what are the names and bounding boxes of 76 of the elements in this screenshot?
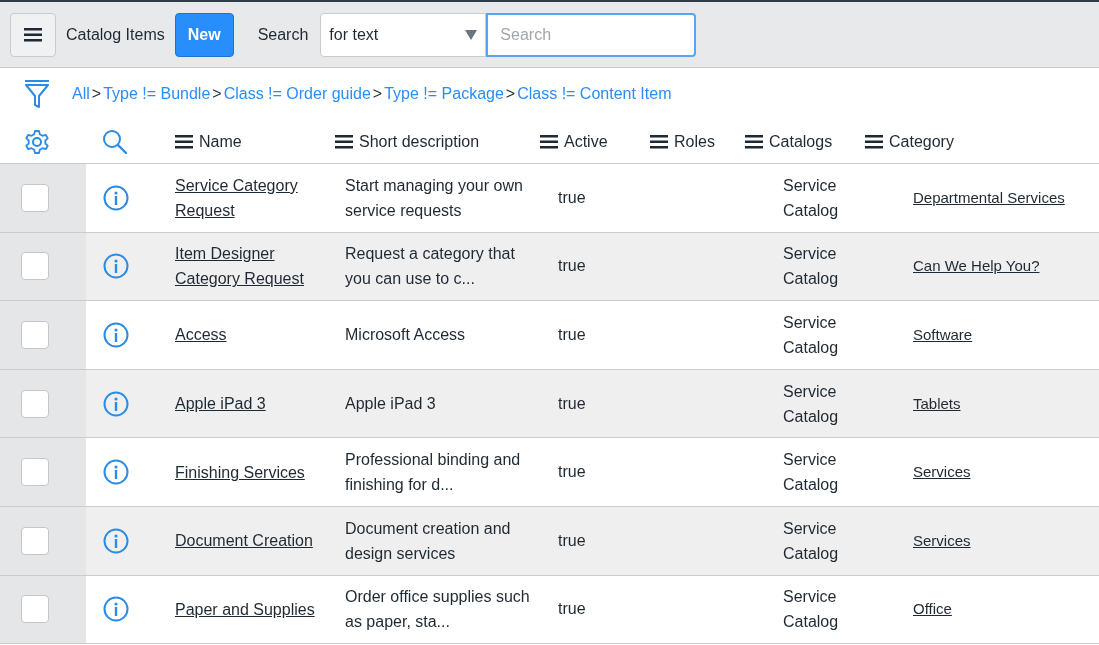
active-value: true	[558, 531, 586, 549]
search-field[interactable]: Search	[486, 12, 697, 57]
search-scope-dropdown[interactable]: for text	[320, 12, 487, 57]
info-icon[interactable]	[103, 184, 129, 211]
item-name-link[interactable]: Service Category Request	[175, 172, 335, 223]
description-text: Start managing your own service requests	[345, 176, 523, 219]
description-text: Microsoft Access	[345, 326, 466, 344]
row-checkbox[interactable]	[21, 389, 49, 418]
search-label: Search	[257, 24, 309, 45]
menu-icon	[24, 27, 42, 42]
list-menu-icon[interactable]	[540, 134, 558, 149]
column-header[interactable]: Catalogs	[769, 129, 833, 154]
search-icon[interactable]	[102, 128, 128, 155]
list-menu-icon[interactable]	[335, 134, 353, 149]
category-link[interactable]: Can We Help You?	[913, 257, 1040, 275]
description-text: Order office supplies such as paper, sta...	[345, 588, 530, 631]
description-text: Professional binding and finishing for d...	[345, 451, 521, 494]
info-icon[interactable]	[103, 253, 129, 280]
info-icon[interactable]	[103, 322, 129, 348]
catalog-value: Service Catalog	[783, 382, 839, 425]
catalog-value: Service Catalog	[783, 451, 839, 494]
item-name-link[interactable]: Access	[175, 322, 227, 348]
item-name-link[interactable]: Apple iPad 3	[175, 391, 266, 417]
item-name-link[interactable]: Paper and Supplies	[175, 596, 315, 622]
catalog-value: Service Catalog	[783, 176, 839, 219]
category-link[interactable]: Departmental Services	[913, 188, 1065, 206]
row-checkbox[interactable]	[21, 595, 49, 624]
category-link[interactable]: Tablets	[913, 394, 961, 412]
active-value: true	[558, 326, 586, 343]
filter-icon[interactable]	[24, 79, 50, 109]
breadcrumb-separator: >	[372, 84, 383, 104]
description-text: Document creation and design services	[345, 519, 511, 562]
description-text: Request a category that you can use to c...	[345, 245, 515, 288]
active-value: true	[558, 188, 586, 206]
category-link[interactable]: Office	[913, 600, 952, 618]
catalog-value: Service Catalog	[783, 245, 839, 288]
active-value: true	[558, 600, 586, 618]
menu-button[interactable]	[10, 12, 56, 57]
list-menu-icon[interactable]	[745, 134, 763, 149]
active-value: true	[558, 463, 586, 481]
breadcrumb-separator: >	[505, 84, 516, 104]
breadcrumb-separator: >	[91, 84, 102, 104]
info-icon[interactable]	[103, 390, 129, 417]
item-name-link[interactable]: Document Creation	[175, 528, 313, 554]
list-menu-icon[interactable]	[865, 134, 883, 149]
dropdown-caret-icon	[465, 29, 478, 40]
column-header[interactable]: Active	[564, 129, 608, 154]
list-menu-icon[interactable]	[175, 134, 193, 149]
column-header[interactable]: Name	[199, 129, 242, 154]
active-value: true	[558, 394, 586, 412]
info-icon[interactable]	[103, 527, 129, 554]
description-text: Apple iPad 3	[345, 395, 436, 413]
category-link[interactable]: Services	[913, 531, 971, 549]
info-icon[interactable]	[103, 459, 129, 486]
settings-icon[interactable]	[24, 128, 50, 155]
row-checkbox[interactable]	[21, 458, 49, 487]
list-menu-icon[interactable]	[650, 134, 668, 149]
search-scope-value: for text	[329, 24, 379, 45]
column-header[interactable]: Roles	[674, 129, 715, 154]
catalog-value: Service Catalog	[783, 588, 839, 631]
row-checkbox[interactable]	[21, 183, 49, 212]
row-checkbox[interactable]	[21, 526, 49, 555]
breadcrumb-separator: >	[212, 84, 222, 104]
info-icon[interactable]	[103, 596, 129, 623]
category-link[interactable]: Software	[913, 326, 973, 343]
catalog-value: Service Catalog	[783, 519, 839, 562]
item-name-link[interactable]: Finishing Services	[175, 459, 305, 485]
column-header[interactable]: Category	[889, 129, 954, 154]
list-title: Catalog Items	[66, 24, 165, 45]
item-name-link[interactable]: Item Designer Category Request	[175, 241, 335, 292]
active-value: true	[558, 257, 586, 275]
row-checkbox[interactable]	[21, 252, 49, 281]
catalog-value: Service Catalog	[783, 314, 839, 356]
column-header[interactable]: Short description	[359, 129, 480, 154]
row-checkbox[interactable]	[21, 321, 49, 349]
category-link[interactable]: Services	[913, 463, 971, 481]
